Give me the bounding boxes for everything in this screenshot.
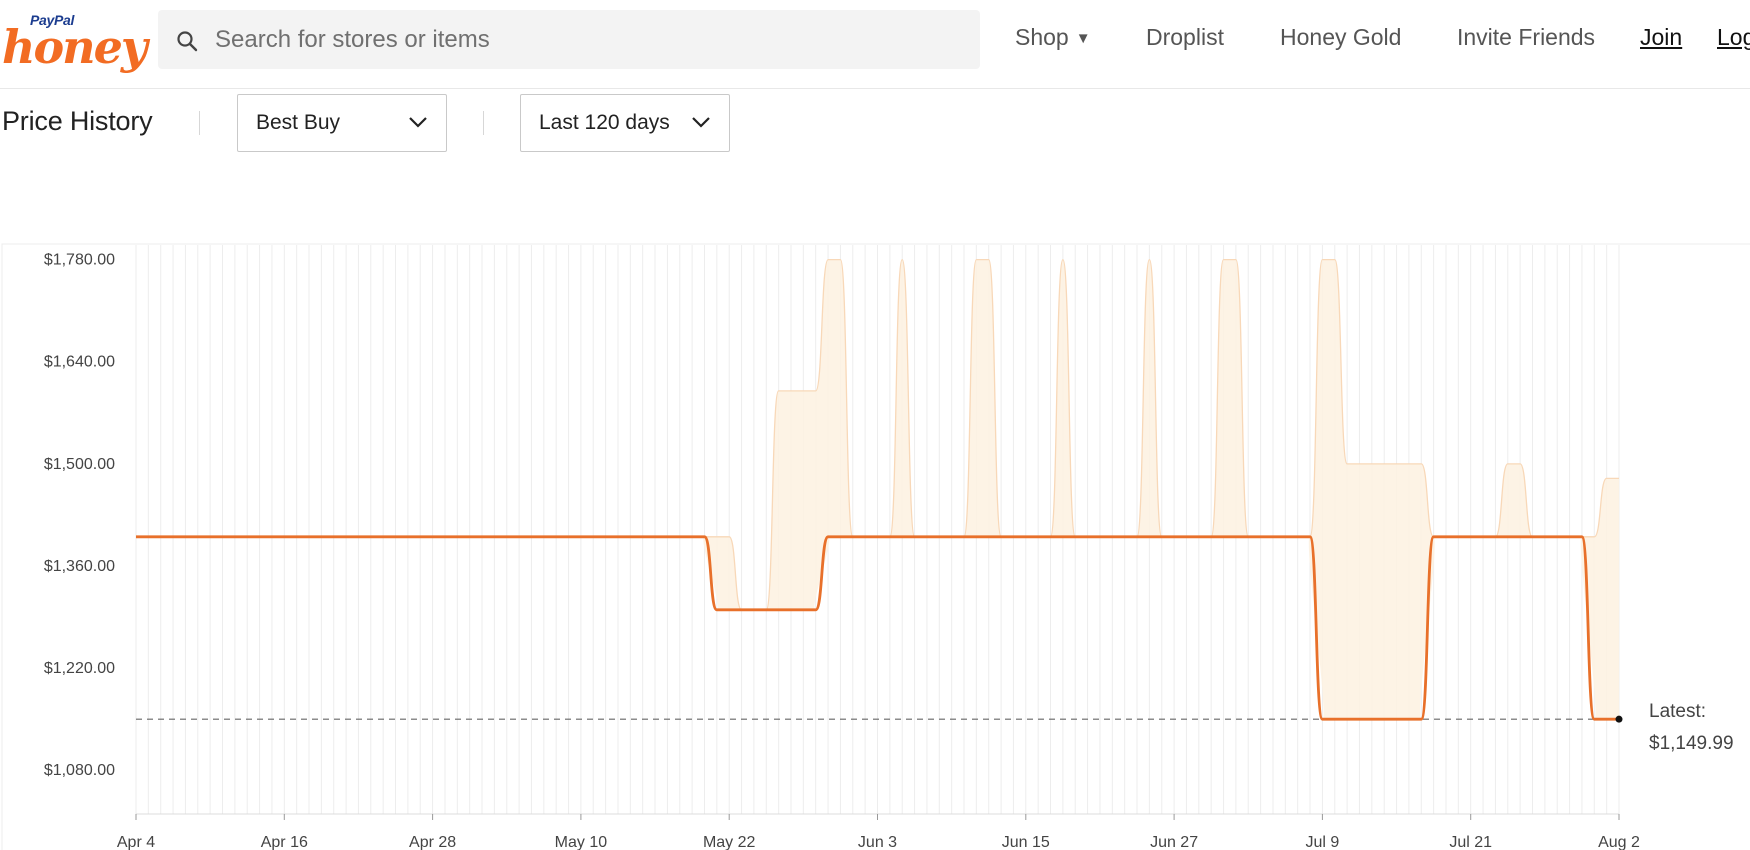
nav-honey-gold[interactable]: Honey Gold	[1280, 24, 1401, 51]
latest-price-dot	[1615, 715, 1623, 723]
nav-droplist[interactable]: Droplist	[1146, 24, 1224, 51]
nav-shop[interactable]: Shop ▼	[1015, 24, 1091, 51]
x-tick-label: Aug 2	[1598, 834, 1640, 850]
latest-label: Latest:	[1649, 701, 1706, 722]
paypal-honey-logo[interactable]: PayPal honey	[0, 8, 148, 74]
latest-price-value: $1,149.99	[1649, 733, 1734, 754]
y-tick-label: $1,640.00	[44, 354, 115, 371]
x-tick-label: Jun 15	[1002, 834, 1050, 850]
chevron-down-icon	[409, 117, 427, 128]
date-range-dropdown-label: Last 120 days	[539, 111, 670, 134]
y-tick-label: $1,500.00	[44, 456, 115, 473]
y-tick-label: $1,780.00	[44, 252, 115, 269]
login-link[interactable]: Log	[1717, 24, 1750, 51]
divider	[483, 111, 484, 135]
x-tick-label: Apr 16	[261, 834, 308, 850]
store-dropdown-label: Best Buy	[256, 111, 341, 134]
search-input[interactable]	[213, 22, 957, 58]
top-navigation-bar: PayPal honey Shop ▼ Droplist Honey Gold I…	[0, 0, 1750, 89]
x-tick-label: May 22	[703, 834, 756, 850]
date-range-dropdown[interactable]: Last 120 days	[520, 94, 730, 152]
x-tick-label: Jun 27	[1150, 834, 1198, 850]
nav-shop-label: Shop	[1015, 24, 1069, 50]
x-tick-label: Jul 9	[1306, 834, 1340, 850]
y-tick-label: $1,080.00	[44, 762, 115, 779]
nav-invite-friends[interactable]: Invite Friends	[1457, 24, 1595, 51]
x-tick-label: Apr 28	[409, 834, 456, 850]
chevron-down-icon	[692, 117, 710, 128]
x-tick-label: Jul 21	[1449, 834, 1492, 850]
search-icon	[177, 31, 198, 52]
caret-down-icon: ▼	[1075, 30, 1091, 47]
search-bar[interactable]	[158, 10, 980, 69]
join-link[interactable]: Join	[1640, 24, 1682, 51]
y-tick-label: $1,220.00	[44, 660, 115, 677]
x-tick-label: Jun 3	[858, 834, 897, 850]
divider	[199, 111, 200, 135]
y-tick-label: $1,360.00	[44, 558, 115, 575]
store-dropdown[interactable]: Best Buy	[237, 94, 447, 152]
logo-honey-text: honey	[2, 20, 148, 74]
x-tick-label: Apr 4	[117, 834, 155, 850]
x-tick-label: May 10	[555, 834, 608, 850]
price-history-title: Price History	[2, 106, 153, 136]
chart-frame	[1, 243, 1750, 850]
price-history-chart: $1,780.00 $1,640.00 $1,500.00 $1,360.00 $1,2…	[1, 243, 1750, 850]
